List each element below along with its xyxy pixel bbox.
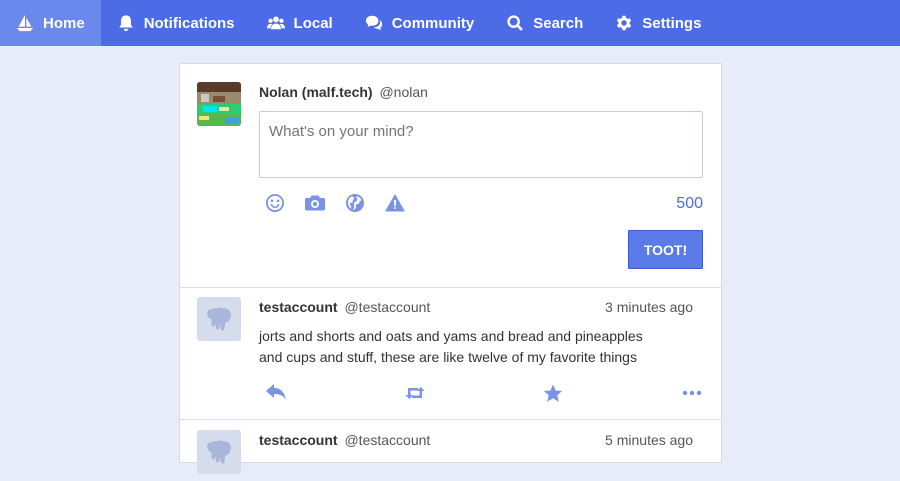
account-handle: @nolan <box>379 84 428 100</box>
timeline-panel: Nolan (malf.tech) @nolan 500 TOOT! t <box>179 63 722 474</box>
search-icon <box>507 15 524 31</box>
mastodon-elephant-icon <box>207 307 231 331</box>
warning-icon <box>385 194 405 212</box>
status-text-line: jorts and shorts and oats and yams and b… <box>259 328 643 344</box>
avatar-image <box>197 82 241 126</box>
camera-icon <box>305 195 325 211</box>
nav-local-label: Local <box>293 14 333 32</box>
toot-button[interactable]: TOOT! <box>628 230 703 269</box>
account-handle: @testaccount <box>344 432 431 448</box>
sailboat-icon <box>16 14 34 32</box>
account-handle: @testaccount <box>344 299 431 315</box>
status-timestamp[interactable]: 3 minutes ago <box>605 299 693 315</box>
emoji-button[interactable] <box>264 192 286 214</box>
character-counter: 500 <box>676 195 703 212</box>
nav-settings-label: Settings <box>642 14 702 32</box>
nav-community[interactable]: Community <box>349 0 491 46</box>
ellipsis-icon <box>682 390 702 396</box>
boost-button[interactable] <box>403 382 427 404</box>
nav-local[interactable]: Local <box>251 0 349 46</box>
status-account[interactable]: testaccount @testaccount <box>259 299 430 315</box>
bell-icon <box>118 15 133 32</box>
avatar[interactable] <box>197 82 241 126</box>
emoji-icon <box>266 194 284 212</box>
star-icon <box>544 384 563 402</box>
compose-account: Nolan (malf.tech) @nolan <box>259 84 428 100</box>
top-navbar: Home Notifications Local Community Searc… <box>0 0 900 46</box>
status-actions <box>264 382 704 404</box>
display-name: testaccount <box>259 432 338 448</box>
status-item[interactable]: testaccount @testaccount 5 minutes ago <box>180 421 721 481</box>
reply-icon <box>266 384 286 400</box>
nav-community-label: Community <box>391 14 475 32</box>
compose-toolbar <box>264 192 406 214</box>
display-name: testaccount <box>259 299 338 315</box>
nav-notifications-label: Notifications <box>143 14 235 32</box>
boost-icon <box>405 387 425 399</box>
avatar[interactable] <box>197 430 241 474</box>
visibility-button[interactable] <box>344 192 366 214</box>
globe-icon <box>346 194 364 212</box>
status-text-line: and cups and stuff, these are like twelv… <box>259 349 637 365</box>
status-content: jorts and shorts and oats and yams and b… <box>259 326 699 368</box>
more-options-button[interactable] <box>680 382 704 404</box>
favorite-button[interactable] <box>541 382 565 404</box>
nav-settings[interactable]: Settings <box>599 0 717 46</box>
gear-icon <box>617 15 632 31</box>
nav-home[interactable]: Home <box>0 0 101 46</box>
comments-icon <box>365 15 382 31</box>
nav-search[interactable]: Search <box>490 0 599 46</box>
status-item[interactable]: testaccount @testaccount 3 minutes ago j… <box>180 288 721 420</box>
mastodon-elephant-icon <box>207 440 231 464</box>
display-name: Nolan (malf.tech) <box>259 84 373 100</box>
users-icon <box>266 16 285 30</box>
content-warning-button[interactable] <box>384 192 406 214</box>
status-timestamp[interactable]: 5 minutes ago <box>605 432 693 448</box>
compose-box: Nolan (malf.tech) @nolan 500 TOOT! <box>180 64 721 288</box>
nav-search-label: Search <box>533 14 584 32</box>
nav-home-label: Home <box>43 14 85 32</box>
reply-button[interactable] <box>264 382 288 404</box>
avatar[interactable] <box>197 297 241 341</box>
nav-notifications[interactable]: Notifications <box>101 0 251 46</box>
status-account[interactable]: testaccount @testaccount <box>259 432 430 448</box>
compose-input[interactable] <box>259 111 703 178</box>
media-button[interactable] <box>304 192 326 214</box>
